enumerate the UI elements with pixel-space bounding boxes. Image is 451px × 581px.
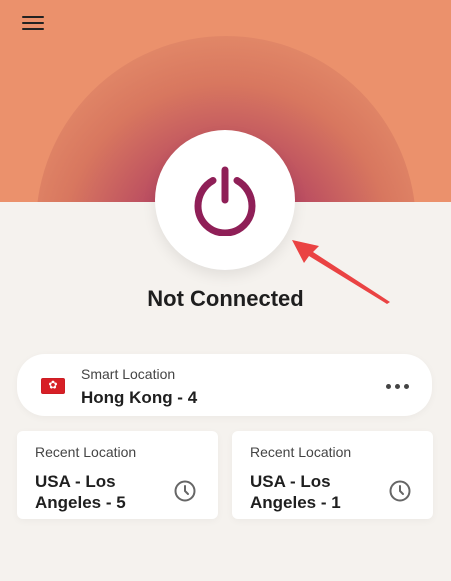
menu-icon-line <box>22 22 44 24</box>
recent-location-label: Recent Location <box>35 444 137 460</box>
smart-location-value: Hong Kong - 4 <box>81 388 198 407</box>
bauhinia-icon: ✿ <box>48 379 58 391</box>
clock-icon[interactable] <box>388 479 412 503</box>
more-options-dot <box>404 384 409 389</box>
smart-location-card[interactable]: ✿ Smart Location Hong Kong - 4 <box>17 354 432 416</box>
clock-icon[interactable] <box>173 479 197 503</box>
power-icon <box>194 166 256 236</box>
connection-status: Not Connected <box>147 286 304 311</box>
recent-location-card[interactable]: Recent Location USA - Los Angeles - 1 <box>232 431 433 519</box>
menu-button[interactable] <box>19 14 49 34</box>
recent-location-value: USA - Los Angeles - 1 <box>250 472 341 512</box>
recent-location-value: USA - Los Angeles - 5 <box>35 472 126 512</box>
hong-kong-flag-icon: ✿ <box>41 378 65 394</box>
more-options-icon[interactable] <box>386 384 412 390</box>
recent-location-card[interactable]: Recent Location USA - Los Angeles - 5 <box>17 431 218 519</box>
menu-icon-line <box>22 16 44 18</box>
more-options-dot <box>395 384 400 389</box>
more-options-dot <box>386 384 391 389</box>
smart-location-label: Smart Location <box>81 366 176 382</box>
menu-icon-line <box>22 28 44 30</box>
recent-location-label: Recent Location <box>250 444 352 460</box>
power-button[interactable] <box>155 130 295 270</box>
